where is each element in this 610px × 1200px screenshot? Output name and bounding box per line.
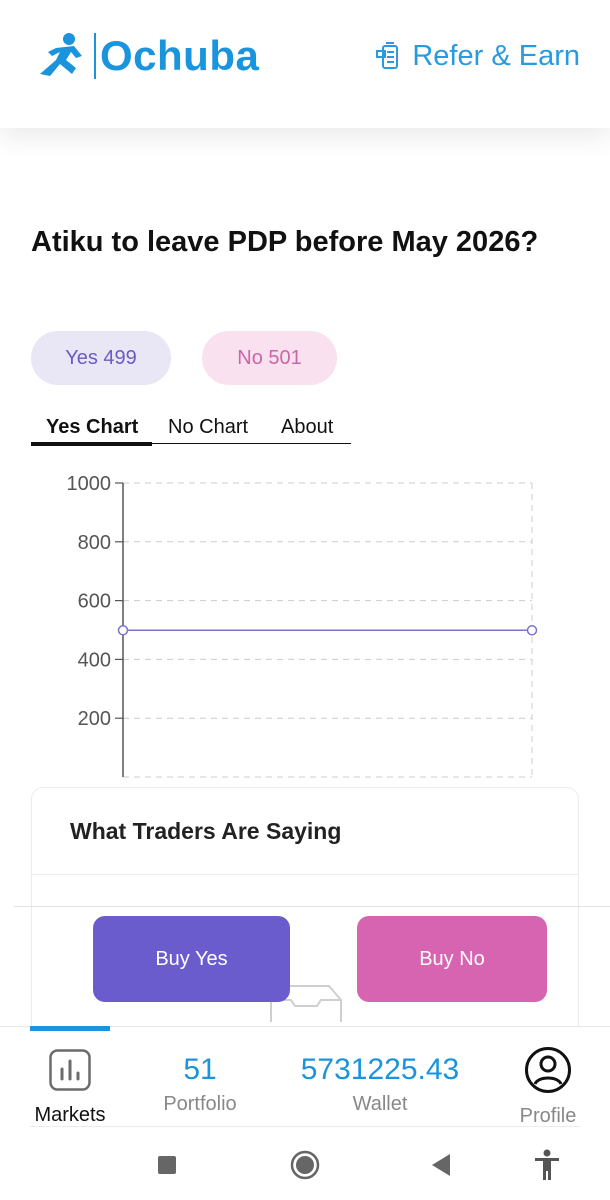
back-icon[interactable] [424,1148,458,1182]
app-header: Ochuba Refer & Earn [0,0,610,128]
bottom-navigation: Markets 51 Portfolio 5731225.43 Wallet P… [0,1026,610,1127]
nav-markets-label: Markets [34,1104,106,1126]
bar-chart-icon [49,1049,91,1091]
traders-title: What Traders Are Saying [70,818,342,844]
tab-no-chart[interactable]: No Chart [168,416,248,439]
nav-portfolio-label: Portfolio [163,1093,237,1115]
data-point [117,625,129,636]
nav-wallet-label: Wallet [352,1093,408,1115]
recent-apps-icon[interactable] [150,1148,184,1182]
nav-portfolio[interactable]: 51 Portfolio [150,1027,250,1127]
tab-active-indicator [31,442,152,446]
data-point [526,625,538,636]
logo-divider [94,33,96,79]
yes-price-pill[interactable]: Yes 499 [31,331,171,385]
portfolio-count: 51 [183,1053,217,1086]
nav-markets[interactable]: Markets [24,1027,116,1127]
action-bar-divider [14,906,610,907]
buy-yes-button[interactable]: Buy Yes [93,916,290,1002]
buy-no-button[interactable]: Buy No [357,916,547,1002]
brand-logo[interactable]: Ochuba [36,30,259,82]
home-icon[interactable] [288,1148,322,1182]
no-price-pill[interactable]: No 501 [202,331,337,385]
yes-price-chart: 1000 800 600 400 200 [67,473,538,778]
chart-tabs: Yes Chart No Chart About [31,414,351,446]
nav-bottom-divider [30,1126,580,1127]
y-tick-label: 1000 [67,473,112,495]
runner-logo-icon [40,33,82,76]
y-tick-label: 800 [78,532,111,554]
nav-profile[interactable]: Profile [505,1027,591,1127]
refer-earn-link[interactable]: Refer & Earn [374,40,580,73]
accessibility-icon[interactable] [530,1148,564,1182]
nav-profile-label: Profile [519,1105,577,1127]
refer-earn-label: Refer & Earn [412,40,580,72]
user-circle-icon [525,1047,571,1093]
tab-yes-chart[interactable]: Yes Chart [46,416,138,439]
referral-icon [376,41,399,69]
card-divider [32,874,578,875]
y-tick-label: 600 [78,591,111,613]
tab-about[interactable]: About [281,416,333,439]
wallet-balance: 5731225.43 [300,1053,460,1086]
y-tick-label: 400 [78,649,111,671]
y-tick-label: 200 [78,708,111,730]
brand-name: Ochuba [100,32,260,79]
nav-wallet[interactable]: 5731225.43 Wallet [280,1027,480,1127]
market-question: Atiku to leave PDP before May 2026? [31,226,539,258]
system-navigation-bar [0,1132,610,1200]
